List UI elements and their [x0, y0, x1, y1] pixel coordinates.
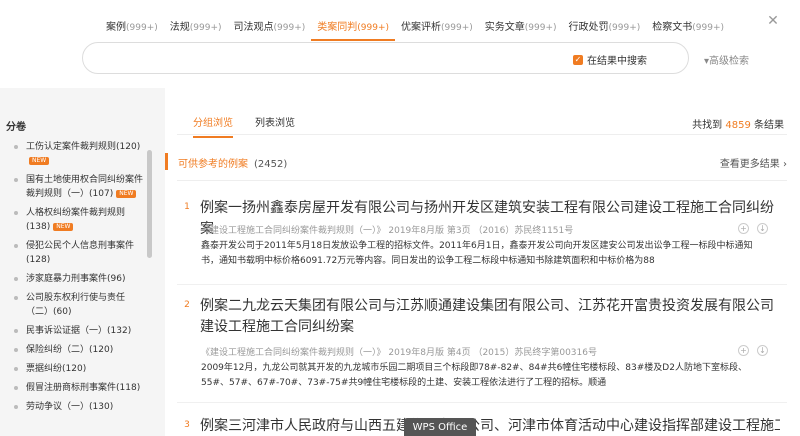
tab-4[interactable]: 优案评析(999+)	[395, 21, 479, 41]
sidebar-item[interactable]: 涉家庭暴力刑事案件(96)	[14, 272, 144, 286]
tab-label: 实务文章	[484, 22, 525, 33]
tab-label: 类案同判	[317, 22, 358, 33]
search-input[interactable]: ✓ 在结果中搜索	[82, 42, 689, 74]
download-icon[interactable]: ↓	[757, 345, 768, 356]
tab-label: 案例	[106, 22, 126, 33]
sidebar-item[interactable]: 侵犯公民个人信息刑事案件(128)	[14, 239, 144, 267]
case-actions: + ↓	[738, 223, 768, 234]
divider	[177, 180, 787, 181]
sidebar-item[interactable]: 国有土地使用权合同纠纷案件裁判规则（一）(107) NEW	[14, 173, 144, 201]
tab-count: (999+)	[126, 23, 158, 33]
tab-label: 法规	[169, 22, 190, 33]
result-count: 共找到 4859 条结果	[692, 116, 784, 131]
category-header: 可供参考的例案 (2452) 查看更多结果 ›	[165, 151, 787, 173]
sidebar-item-label: 侵犯公民个人信息刑事案件(128)	[26, 241, 135, 265]
sidebar-item-label: 人格权纠纷案件裁判规则(138)	[26, 208, 126, 232]
sidebar-item-label: 假冒注册商标刑事案件(118)	[26, 383, 141, 393]
search-header: 案例(999+) 法规(999+) 司法观点(999+) 类案同判(999+) 优案评析…	[0, 0, 800, 88]
sidebar-item[interactable]: 假冒注册商标刑事案件(118)	[14, 381, 144, 395]
tab-0[interactable]: 案例(999+)	[100, 21, 164, 41]
sidebar-item-label: 民事诉讼证据（一）(132)	[26, 326, 132, 336]
new-badge: NEW	[116, 189, 137, 198]
case-summary: 鑫泰开发公司于2011年5月18日发放讼争工程的招标文件。2011年6月1日，鑫…	[201, 241, 753, 266]
tab-count: (999+)	[273, 23, 306, 33]
tab-1[interactable]: 法规(999+)	[164, 21, 228, 41]
divider	[177, 284, 787, 285]
tab-count: (999+)	[608, 23, 641, 33]
taskbar-tooltip: WPS Office	[404, 418, 476, 436]
tab-count: (999+)	[692, 23, 724, 33]
result-count-prefix: 共找到	[692, 120, 723, 131]
sidebar-item-label: 涉家庭暴力刑事案件(96)	[26, 274, 126, 284]
tab-5[interactable]: 实务文章(999+)	[479, 21, 563, 41]
sidebar-item[interactable]: 保险纠纷（二）(120)	[14, 343, 144, 357]
case-title-link[interactable]: 例案三河津市人民政府与山西五建集团有限公司、河津市体育活动中心建设指挥部建设工程…	[200, 416, 780, 436]
tab-count: (999+)	[357, 23, 389, 33]
case-summary: 2009年12月，九龙公司就其开发的九龙城市乐园二期项目三个标段即78#-82#…	[201, 363, 747, 388]
case-number: 2	[184, 300, 190, 310]
tab-label: 优案评析	[401, 22, 441, 33]
volume-list: 工伤认定案件裁判规则(120)NEW 国有土地使用权合同纠纷案件裁判规则（一）(1…	[14, 140, 144, 419]
category-title: 可供参考的例案 (2452)	[178, 155, 287, 170]
sidebar-item[interactable]: 民事诉讼证据（一）(132)	[14, 324, 144, 338]
sidebar-item-label: 公司股东权利行使与责任（二）(60)	[26, 293, 126, 317]
sidebar-item[interactable]: 票据纠纷(120)	[14, 362, 144, 376]
results-panel: 分组浏览 列表浏览 共找到 4859 条结果 可供参考的例案 (2452) 查看更…	[165, 88, 800, 436]
tab-label: 检察文书	[652, 22, 693, 33]
tab-6[interactable]: 行政处罚(999+)	[563, 21, 647, 41]
tab-count: (999+)	[189, 23, 222, 33]
close-icon[interactable]: ✕	[766, 14, 780, 28]
case-item: 2 例案二九龙云天集团有限公司与江苏顺通建设集团有限公司、江苏花开富贵投资发展有…	[180, 296, 780, 396]
volume-sidebar: 分卷 工伤认定案件裁判规则(120)NEW 国有土地使用权合同纠纷案件裁判规则（一…	[0, 88, 165, 436]
tab-7[interactable]: 检察文书(999+)	[646, 21, 730, 41]
sidebar-item-label: 工伤认定案件裁判规则(120)	[26, 142, 141, 152]
sidebar-item-label: 劳动争议（一）(130)	[26, 402, 114, 412]
case-title-link[interactable]: 例案二九龙云天集团有限公司与江苏顺通建设集团有限公司、江苏花开富贵投资发展有限公…	[200, 296, 780, 338]
divider	[177, 402, 787, 403]
sidebar-item-label: 保险纠纷（二）(120)	[26, 345, 114, 355]
case-number: 3	[184, 420, 190, 430]
new-badge: NEW	[53, 222, 74, 231]
tab-3[interactable]: 类案同判(999+)	[311, 21, 395, 41]
case-item: 3 例案三河津市人民政府与山西五建集团有限公司、河津市体育活动中心建设指挥部建设…	[180, 416, 780, 436]
view-more-link[interactable]: 查看更多结果 ›	[720, 155, 787, 170]
download-icon[interactable]: ↓	[757, 223, 768, 234]
tab-count: (999+)	[524, 23, 557, 33]
tab-2[interactable]: 司法观点(999+)	[228, 21, 312, 41]
case-actions: + ↓	[738, 345, 768, 356]
sidebar-item[interactable]: 工伤认定案件裁判规则(120) NEW	[14, 140, 144, 168]
case-number: 1	[184, 202, 190, 212]
category-count: (2452)	[254, 159, 288, 170]
tab-label: 行政处罚	[568, 22, 609, 33]
add-icon[interactable]: +	[738, 345, 749, 356]
divider	[177, 134, 787, 135]
checkbox-checked-icon[interactable]: ✓	[573, 54, 583, 65]
advanced-search-link[interactable]: ▾高级检索	[704, 52, 749, 67]
add-icon[interactable]: +	[738, 223, 749, 234]
result-count-number: 4859	[725, 120, 751, 131]
tab-count: (999+)	[441, 23, 473, 33]
search-in-results-checkbox[interactable]: ✓ 在结果中搜索	[573, 52, 647, 67]
category-tabs: 案例(999+) 法规(999+) 司法观点(999+) 类案同判(999+) 优案评析…	[100, 21, 730, 41]
sidebar-item[interactable]: 公司股东权利行使与责任（二）(60)	[14, 291, 144, 319]
new-badge: NEW	[29, 156, 50, 165]
case-item: 1 例案一扬州鑫泰房屋开发有限公司与扬州开发区建筑安装工程有限公司建设工程施工合…	[180, 198, 780, 278]
sidebar-item[interactable]: 劳动争议（一）(130)	[14, 400, 144, 414]
search-in-results-label: 在结果中搜索	[587, 56, 647, 67]
tab-label: 司法观点	[233, 22, 274, 33]
category-accent-bar	[165, 153, 168, 170]
sidebar-scrollbar[interactable]	[147, 150, 152, 258]
sidebar-item[interactable]: 人格权纠纷案件裁判规则(138) NEW	[14, 206, 144, 234]
result-count-suffix: 条结果	[754, 120, 784, 131]
case-meta: 《建设工程施工合同纠纷案件裁判规则（一）》 2019年8月版 第3页 （2016…	[201, 226, 574, 236]
sidebar-heading: 分卷	[6, 122, 26, 133]
category-title-text: 可供参考的例案	[178, 159, 248, 170]
case-meta: 《建设工程施工合同纠纷案件裁判规则（一）》 2019年8月版 第4页 （2015…	[201, 348, 597, 358]
sidebar-item-label: 票据纠纷(120)	[26, 364, 87, 374]
